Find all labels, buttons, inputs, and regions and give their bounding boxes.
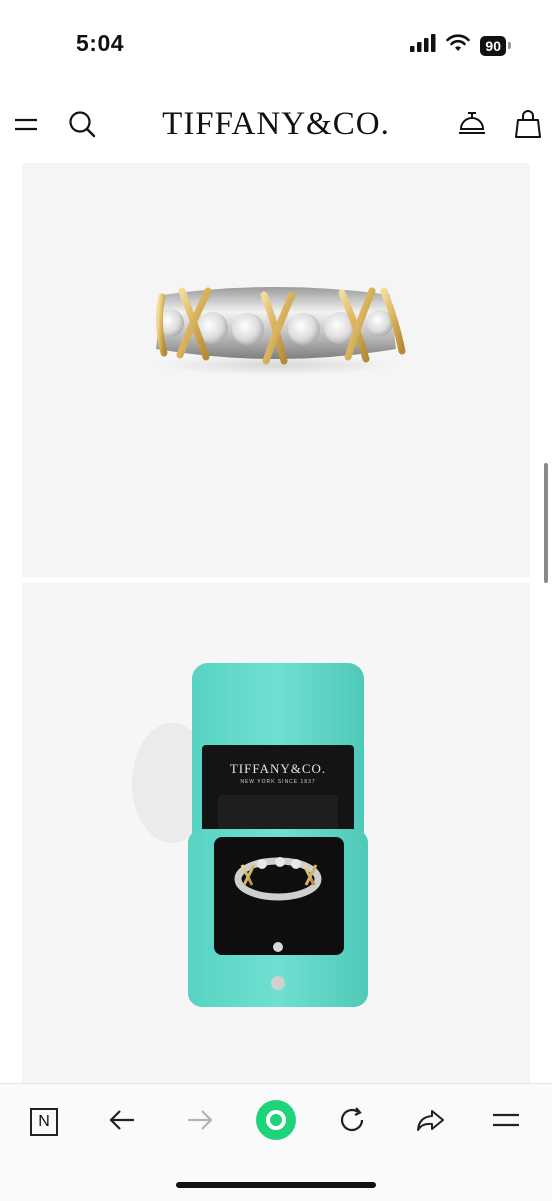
home-circle-icon xyxy=(255,1099,297,1146)
back-button[interactable] xyxy=(98,1102,146,1142)
browser-menu-icon xyxy=(491,1111,521,1134)
status-time: 5:04 xyxy=(76,30,125,56)
home-indicator[interactable] xyxy=(176,1182,376,1188)
box-brand-sub: NEW YORK SINCE 1837 xyxy=(240,779,315,785)
bag-button[interactable] xyxy=(508,106,548,146)
box-brand-label: TIFFANY&CO. xyxy=(230,761,326,776)
site-header: TIFFANY&CO. xyxy=(0,92,552,162)
ring-in-box-photo[interactable]: TIFFANY&CO. NEW YORK SINCE 1837 xyxy=(22,583,530,1083)
forward-icon xyxy=(186,1108,214,1137)
forward-button[interactable] xyxy=(176,1102,224,1142)
gift-box-illustration: TIFFANY&CO. NEW YORK SINCE 1837 xyxy=(132,663,368,1007)
back-icon xyxy=(108,1108,136,1137)
status-bar: 5:04 90 xyxy=(0,0,552,90)
ring-illustration xyxy=(155,287,406,375)
shopping-bag-icon xyxy=(515,109,541,144)
concierge-button[interactable] xyxy=(452,106,492,146)
tab-switcher-button[interactable]: N xyxy=(20,1102,68,1142)
status-icons: 90 xyxy=(410,34,511,57)
concierge-bell-icon xyxy=(457,110,487,143)
wifi-icon xyxy=(446,34,471,57)
ring-photo[interactable] xyxy=(22,163,530,577)
reload-icon xyxy=(337,1105,367,1140)
battery-icon: 90 xyxy=(480,35,511,56)
tab-switcher-icon: N xyxy=(30,1108,58,1136)
home-circle-button[interactable] xyxy=(252,1099,300,1142)
share-button[interactable] xyxy=(406,1102,454,1142)
page-scrollbar[interactable] xyxy=(544,463,548,583)
product-gallery[interactable]: TIFFANY&CO. NEW YORK SINCE 1837 xyxy=(0,163,552,1083)
share-icon xyxy=(415,1107,445,1138)
reload-button[interactable] xyxy=(328,1102,376,1142)
browser-menu-button[interactable] xyxy=(482,1102,530,1142)
signal-icon xyxy=(410,34,436,57)
